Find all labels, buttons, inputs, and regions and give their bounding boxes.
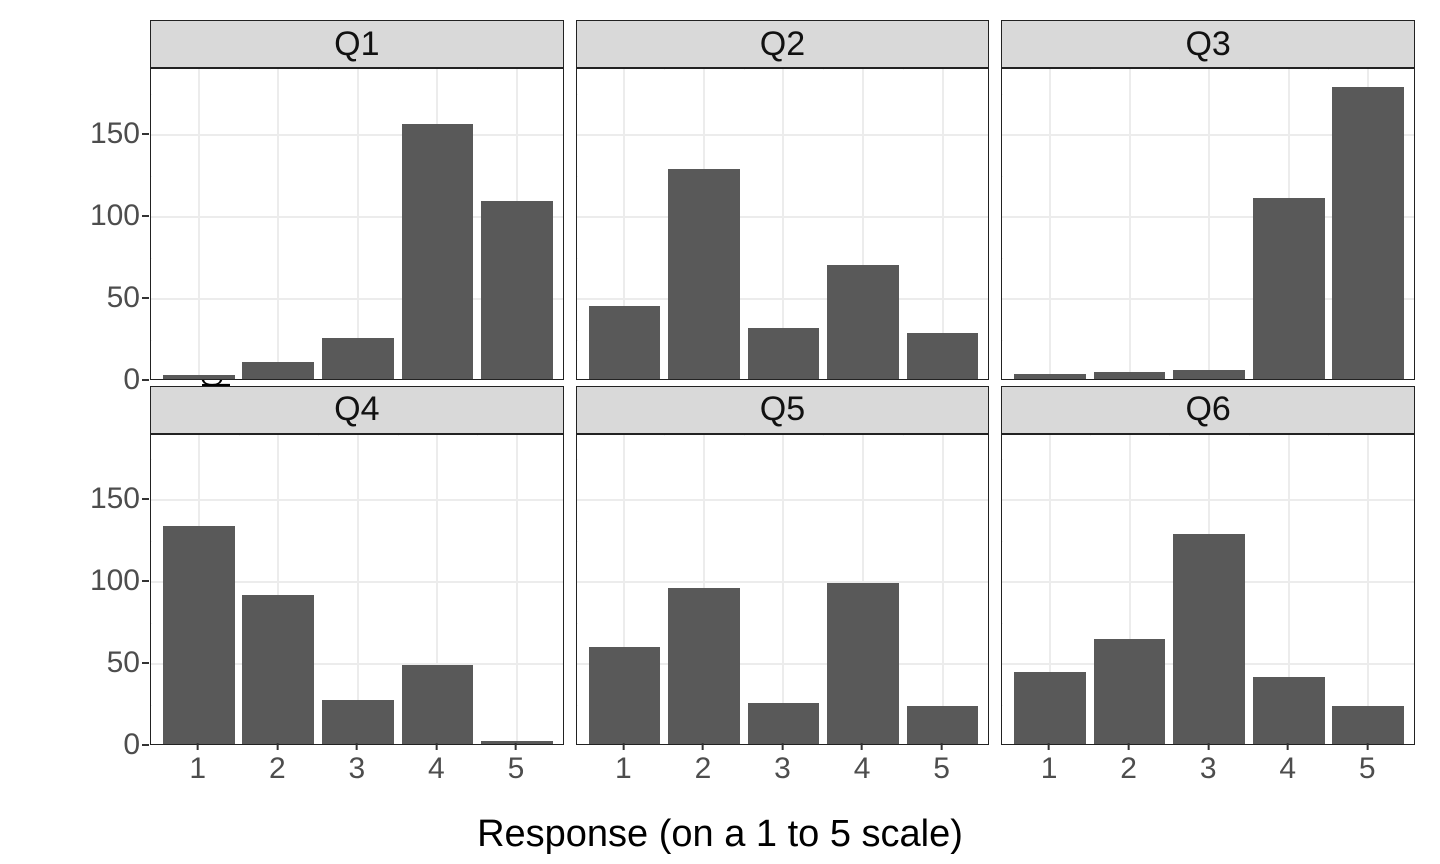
facet-panel (150, 68, 564, 380)
y-tick: 150 (82, 482, 140, 516)
bar (1094, 639, 1166, 744)
x-tick: 5 (1359, 752, 1376, 786)
x-tick: 4 (1279, 752, 1296, 786)
facet-grid: Q1Q2Q3 Q4Q5Q6 (150, 20, 1415, 745)
facet-Q6: Q6 (1001, 386, 1415, 746)
x-tick: 4 (428, 752, 445, 786)
facet-panel (150, 434, 564, 746)
x-tick: 1 (1041, 752, 1058, 786)
facet-panel (1001, 68, 1415, 380)
facet-strip: Q1 (150, 20, 564, 68)
facet-panel (1001, 434, 1415, 746)
bar (1253, 198, 1325, 378)
facet-Q1: Q1 (150, 20, 564, 380)
bar (1332, 706, 1404, 744)
facet-Q3: Q3 (1001, 20, 1415, 380)
bar (481, 741, 553, 744)
facet-strip: Q3 (1001, 20, 1415, 68)
x-tick: 3 (348, 752, 365, 786)
bar (1014, 672, 1086, 744)
bar (163, 526, 235, 744)
y-tick: 100 (82, 564, 140, 598)
bar (827, 265, 899, 378)
y-tick: 0 (82, 363, 140, 397)
facet-strip: Q6 (1001, 386, 1415, 434)
bar (1173, 370, 1245, 378)
bar (402, 124, 474, 378)
bar (589, 306, 661, 378)
y-tick: 150 (82, 117, 140, 151)
y-tick: 0 (82, 728, 140, 762)
bar (907, 706, 979, 744)
bar (907, 333, 979, 379)
x-tick: 2 (1120, 752, 1137, 786)
bar (481, 201, 553, 378)
x-axis-label: Response (on a 1 to 5 scale) (0, 813, 1440, 856)
bar (1253, 677, 1325, 744)
chart-stage: Number of respondents Response (on a 1 t… (0, 0, 1440, 864)
bar (322, 700, 394, 744)
bar (748, 703, 820, 744)
bar (242, 362, 314, 378)
facet-strip: Q5 (576, 386, 990, 434)
x-tick: 1 (615, 752, 632, 786)
bar (163, 375, 235, 378)
x-tick: 3 (774, 752, 791, 786)
bar (402, 665, 474, 744)
facet-Q4: Q4 (150, 386, 564, 746)
y-tick: 100 (82, 199, 140, 233)
bar (1094, 372, 1166, 379)
facet-panel (576, 68, 990, 380)
bar (668, 169, 740, 379)
y-tick: 50 (82, 281, 140, 315)
x-tick: 2 (269, 752, 286, 786)
bar (748, 328, 820, 379)
bar (1014, 374, 1086, 379)
facet-strip: Q2 (576, 20, 990, 68)
bar (1332, 87, 1404, 379)
facet-strip: Q4 (150, 386, 564, 434)
y-tick: 50 (82, 646, 140, 680)
x-tick: 3 (1200, 752, 1217, 786)
x-tick: 5 (933, 752, 950, 786)
x-tick: 4 (854, 752, 871, 786)
bar (827, 583, 899, 744)
bar (589, 647, 661, 744)
bar (242, 595, 314, 744)
x-tick: 1 (189, 752, 206, 786)
facet-Q2: Q2 (576, 20, 990, 380)
bar (322, 338, 394, 379)
facet-Q5: Q5 (576, 386, 990, 746)
bar (668, 588, 740, 744)
bar (1173, 534, 1245, 744)
x-tick: 5 (508, 752, 525, 786)
facet-panel (576, 434, 990, 746)
x-tick: 2 (695, 752, 712, 786)
